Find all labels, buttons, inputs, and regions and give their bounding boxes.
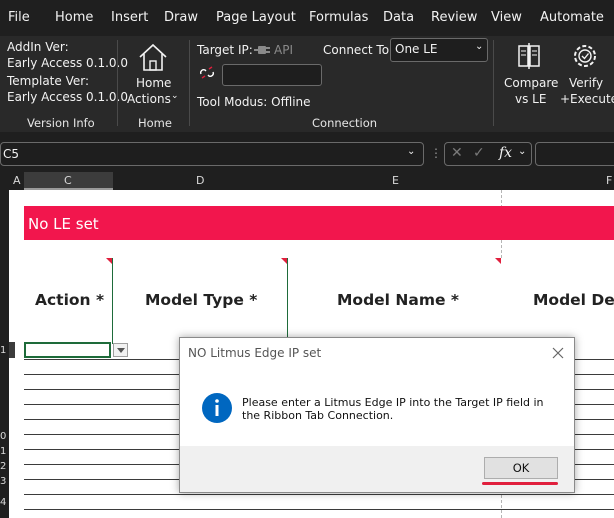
template-version-value: Early Access 0.1.0.0 <box>7 90 128 104</box>
connect-to-label: Connect To: <box>323 43 394 57</box>
header-model-type: Model Type * <box>145 291 258 309</box>
column-header-e[interactable]: E <box>392 174 399 187</box>
connect-to-dropdown[interactable]: One LE ⌄ <box>390 38 488 62</box>
menu-data[interactable]: Data <box>383 10 414 25</box>
plug-icon[interactable] <box>253 42 271 58</box>
name-box-value: C5 <box>3 147 20 161</box>
connect-to-value: One LE <box>395 42 438 56</box>
chevron-down-icon: ⌄ <box>518 146 527 157</box>
broken-link-icon <box>200 66 214 79</box>
chevron-down-icon: ⌄ <box>475 41 484 52</box>
more-options-icon[interactable]: ⋮ <box>430 146 442 160</box>
target-ip-input[interactable] <box>222 64 322 86</box>
home-actions-label-line1: Home <box>136 76 172 90</box>
selected-row-header <box>9 342 15 358</box>
ribbon-separator <box>493 40 494 126</box>
header-model-description: Model Des <box>533 291 614 309</box>
chevron-down-icon: ⌄ <box>407 146 416 157</box>
row-number[interactable]: 1 <box>0 446 6 457</box>
verify-label-line2: +Execute <box>560 92 614 106</box>
addin-version-value: Early Access 0.1.0.0 <box>7 56 128 70</box>
menu-automate[interactable]: Automate <box>540 10 604 25</box>
menu-page-layout[interactable]: Page Layout <box>216 10 296 25</box>
menu-insert[interactable]: Insert <box>111 10 148 25</box>
compare-vs-le-button[interactable]: Compare vs LE <box>500 40 559 110</box>
dialog-message: Please enter a Litmus Edge IP into the T… <box>242 396 544 422</box>
home-actions-button[interactable]: Home Actions ⌄ <box>124 40 182 108</box>
column-header-d[interactable]: D <box>196 174 204 187</box>
column-header-f[interactable]: F <box>606 174 612 187</box>
tool-modus-status: Tool Modus: Offline <box>197 95 311 109</box>
compare-label-line2: vs LE <box>515 92 547 106</box>
ok-button[interactable]: OK <box>484 457 558 479</box>
compare-icon <box>518 43 540 69</box>
alert-dialog: NO Litmus Edge IP set Please enter a Lit… <box>179 337 575 493</box>
menu-review[interactable]: Review <box>431 10 477 25</box>
row-number[interactable]: 2 <box>0 461 6 472</box>
chevron-down-icon: ⌄ <box>171 91 179 101</box>
menu-draw[interactable]: Draw <box>164 10 198 25</box>
row-border <box>24 509 614 510</box>
menu-bar: File Home Insert Draw Page Layout Formul… <box>0 0 614 36</box>
home-actions-label-line2: Actions <box>127 92 171 106</box>
dropdown-arrow-icon <box>117 348 125 353</box>
close-icon[interactable] <box>552 347 564 359</box>
fx-icon[interactable]: fx <box>499 145 512 161</box>
row-number[interactable]: 4 <box>0 497 6 508</box>
column-header-a[interactable]: A <box>13 174 21 187</box>
comment-indicator[interactable] <box>495 258 501 264</box>
menu-formulas[interactable]: Formulas <box>309 10 368 25</box>
menu-file[interactable]: File <box>8 10 30 25</box>
column-header-c[interactable]: C <box>64 174 72 187</box>
ribbon-separator <box>117 40 118 126</box>
formula-controls: ✕ ✓ fx ⌄ <box>444 142 532 166</box>
compare-label-line1: Compare <box>504 76 559 90</box>
name-box[interactable]: C5 ⌄ <box>0 142 424 166</box>
dialog-footer: OK <box>180 446 574 492</box>
verify-label-line1: Verify <box>569 76 604 90</box>
api-label: API <box>274 43 293 57</box>
row-number[interactable]: 3 <box>0 476 6 487</box>
addin-version-label: AddIn Ver: <box>7 40 69 54</box>
header-model-name: Model Name * <box>337 291 459 309</box>
template-version-label: Template Ver: <box>7 74 89 88</box>
group-label-version-info: Version Info <box>27 116 95 130</box>
ribbon-separator <box>189 40 190 126</box>
row-number[interactable]: 0 <box>0 431 6 442</box>
menu-home[interactable]: Home <box>55 10 93 25</box>
confirm-icon[interactable]: ✓ <box>473 145 485 161</box>
home-icon <box>139 43 167 71</box>
menu-view[interactable]: View <box>491 10 522 25</box>
status-banner: No LE set <box>24 206 614 240</box>
active-cell-c5[interactable] <box>24 342 111 358</box>
formula-input[interactable] <box>535 142 614 166</box>
comment-indicator[interactable] <box>281 258 287 264</box>
cancel-icon[interactable]: ✕ <box>451 145 463 161</box>
row-number[interactable]: 1 <box>0 345 6 356</box>
group-label-connection: Connection <box>312 116 378 130</box>
target-ip-label: Target IP: <box>197 43 253 57</box>
verify-execute-button[interactable]: Verify +Execute <box>558 40 614 110</box>
header-action: Action * <box>35 291 105 309</box>
cell-dropdown-button[interactable] <box>113 343 128 357</box>
ok-underline-annotation <box>482 482 558 485</box>
dialog-title: NO Litmus Edge IP set <box>188 346 322 360</box>
gear-check-icon <box>574 45 596 67</box>
row-border <box>24 494 614 495</box>
banner-text: No LE set <box>28 215 99 233</box>
comment-indicator[interactable] <box>106 258 112 264</box>
info-icon <box>202 393 232 423</box>
group-label-home: Home <box>138 116 172 130</box>
